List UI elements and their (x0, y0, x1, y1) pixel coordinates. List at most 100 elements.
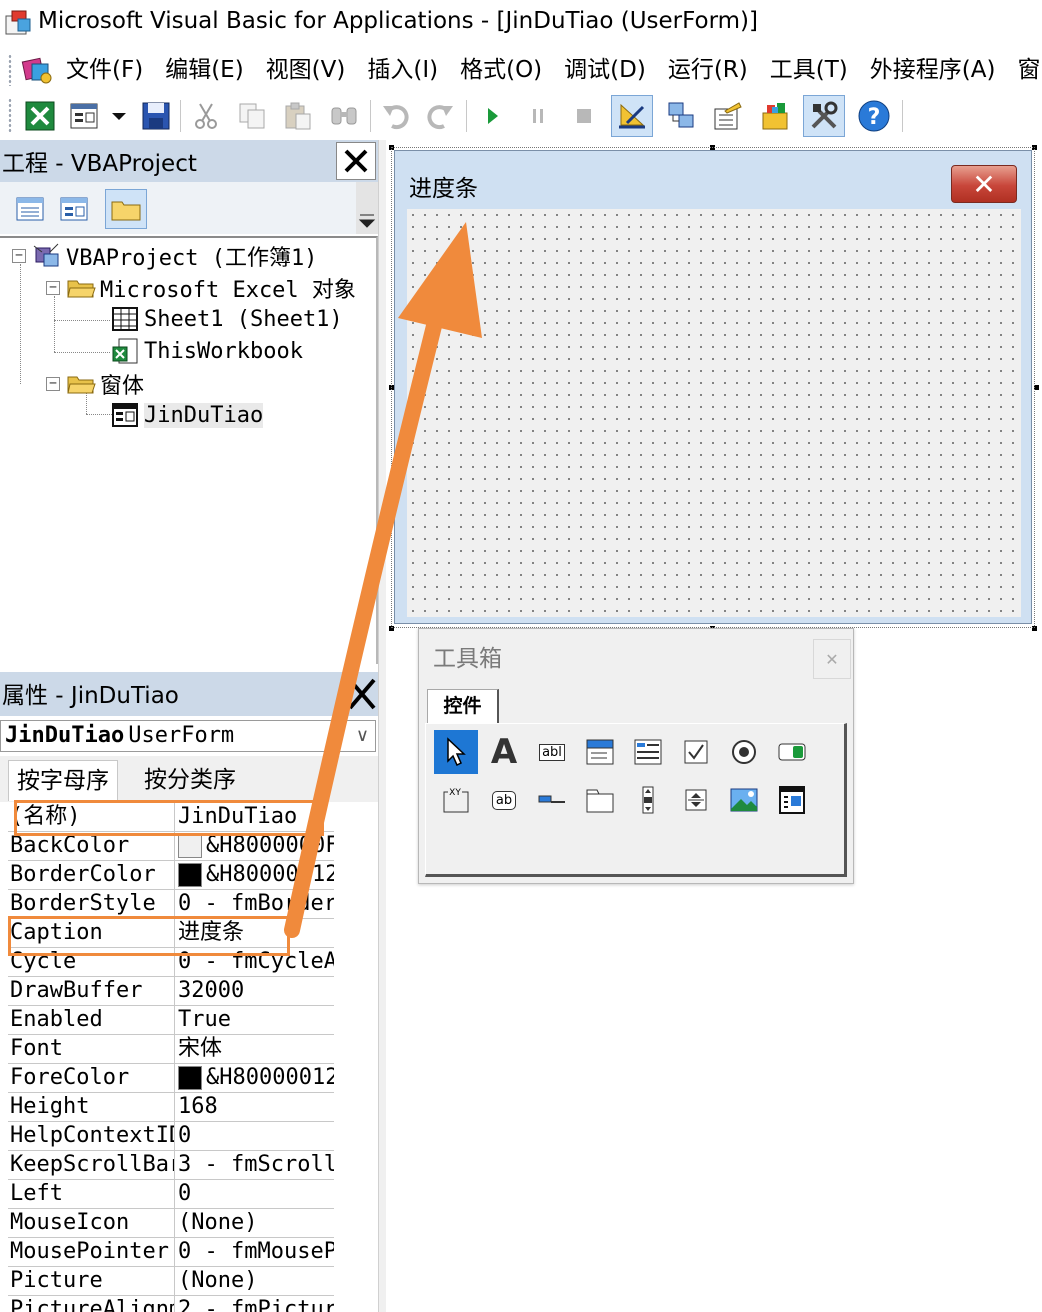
help-icon[interactable]: ? (854, 96, 894, 136)
property-value[interactable]: 0 - fmCycleA (178, 948, 334, 976)
tab-alphabetic[interactable]: 按字母序 (8, 760, 118, 801)
property-row[interactable]: Height 168 (8, 1092, 334, 1122)
toolbox-window[interactable]: 工具箱 ✕ 控件 A abl XY ab (418, 628, 854, 884)
checkbox-tool-icon[interactable] (674, 730, 718, 774)
userform-client-area[interactable] (407, 209, 1021, 617)
optionbutton-tool-icon[interactable] (722, 730, 766, 774)
properties-window-icon[interactable] (708, 96, 748, 136)
menu-format[interactable]: 格式(O) (460, 54, 542, 86)
tree-item-sheet1[interactable]: Sheet1 (Sheet1) (110, 304, 343, 334)
property-row[interactable]: BorderColor &H80000012 (8, 860, 334, 890)
pane-splitter[interactable] (378, 140, 386, 1312)
resize-handle[interactable] (1032, 626, 1037, 631)
property-row[interactable]: Caption 进度条 (8, 918, 334, 948)
tab-categorized[interactable]: 按分类序 (136, 760, 244, 800)
property-value[interactable]: 0 (178, 1122, 334, 1150)
undo-icon[interactable] (376, 96, 416, 136)
property-row[interactable]: (名称) JinDuTiao (8, 802, 334, 832)
toolbox-icon[interactable] (803, 95, 845, 137)
collapse-icon[interactable]: − (46, 281, 60, 295)
view-code-icon[interactable] (10, 190, 50, 228)
find-icon[interactable] (324, 96, 364, 136)
property-value[interactable]: &H80000012 (178, 861, 334, 889)
reset-icon[interactable] (564, 96, 604, 136)
scrollbar-tool-icon[interactable] (626, 778, 670, 822)
collapse-icon[interactable]: − (12, 249, 26, 263)
tree-item-forms[interactable]: − 窗体 (46, 368, 144, 400)
menu-insert[interactable]: 插入(I) (367, 54, 438, 86)
userform-window[interactable]: 进度条 ✕ (394, 150, 1032, 624)
tree-item-excel-objects[interactable]: − Microsoft Excel 对象 (46, 272, 356, 304)
resize-handle[interactable] (1032, 145, 1037, 150)
project-explorer-icon[interactable] (662, 96, 702, 136)
toolbox-tab-controls[interactable]: 控件 (427, 689, 499, 723)
property-value[interactable]: 0 - fmMouseP (178, 1238, 334, 1266)
property-value[interactable]: 0 - fmBorder (178, 890, 334, 918)
cut-icon[interactable] (186, 96, 226, 136)
menu-edit[interactable]: 编辑(E) (165, 54, 243, 86)
resize-handle[interactable] (389, 626, 394, 631)
menu-view[interactable]: 视图(V) (266, 54, 346, 86)
property-value[interactable]: &H80000012 (178, 1064, 334, 1092)
property-value[interactable]: &H8000000F (178, 832, 334, 860)
property-row[interactable]: Enabled True (8, 1005, 334, 1035)
property-row[interactable]: MousePointer 0 - fmMouseP (8, 1237, 334, 1267)
collapse-icon[interactable]: − (46, 377, 60, 391)
commandbutton-tool-icon[interactable]: ab (482, 778, 526, 822)
property-row[interactable]: PictureAlignment 2 - fmPictur (8, 1295, 334, 1312)
object-select[interactable]: JinDuTiao UserForm ∨ (0, 720, 376, 752)
redo-icon[interactable] (420, 96, 460, 136)
property-row[interactable]: Left 0 (8, 1179, 334, 1209)
project-pane-close-button[interactable] (336, 142, 376, 180)
label-tool-icon[interactable]: A (482, 730, 526, 774)
property-row[interactable]: KeepScrollBars3 - fmScroll (8, 1150, 334, 1180)
menu-window[interactable]: 窗 (1017, 54, 1040, 86)
property-value[interactable]: 进度条 (178, 919, 334, 947)
dropdown-arrow-icon[interactable] (104, 96, 134, 136)
vba-menu-icon[interactable] (20, 54, 54, 86)
save-icon[interactable] (136, 96, 176, 136)
textbox-tool-icon[interactable]: abl (530, 730, 574, 774)
chevron-down-icon[interactable]: ∨ (356, 725, 369, 746)
toggle-folders-icon[interactable] (105, 189, 147, 229)
property-value[interactable]: (None) (178, 1267, 334, 1295)
menubar-grip[interactable] (8, 54, 12, 86)
property-value[interactable]: JinDuTiao (178, 803, 334, 831)
tabstrip-tool-icon[interactable] (530, 778, 574, 822)
menu-tools[interactable]: 工具(T) (770, 54, 848, 86)
listbox-tool-icon[interactable] (626, 730, 670, 774)
menu-addins[interactable]: 外接程序(A) (870, 54, 996, 86)
pointer-icon[interactable] (434, 730, 478, 774)
paste-icon[interactable] (278, 96, 318, 136)
copy-icon[interactable] (232, 96, 272, 136)
menu-file[interactable]: 文件(F) (66, 54, 143, 86)
insert-userform-icon[interactable] (64, 96, 104, 136)
run-icon[interactable] (472, 96, 512, 136)
property-value[interactable]: 宋体 (178, 1035, 334, 1063)
property-row[interactable]: ForeColor &H80000012 (8, 1063, 334, 1093)
userform-close-button[interactable]: ✕ (951, 165, 1017, 203)
view-object-icon[interactable] (54, 190, 94, 228)
excel-icon[interactable] (20, 96, 60, 136)
resize-handle[interactable] (1034, 385, 1039, 390)
tree-item-thisworkbook[interactable]: ThisWorkbook (110, 336, 303, 366)
frame-tool-icon[interactable]: XY (434, 778, 478, 822)
menu-debug[interactable]: 调试(D) (564, 54, 646, 86)
property-value[interactable]: 0 (178, 1180, 334, 1208)
combobox-tool-icon[interactable] (578, 730, 622, 774)
toolbox-close-button[interactable]: ✕ (813, 639, 851, 679)
property-row[interactable]: BorderStyle 0 - fmBorder (8, 889, 334, 919)
togglebutton-tool-icon[interactable] (770, 730, 814, 774)
refedit-tool-icon[interactable] (770, 778, 814, 822)
property-value[interactable]: (None) (178, 1209, 334, 1237)
design-mode-icon[interactable] (611, 95, 653, 137)
property-value[interactable]: 2 - fmPictur (178, 1296, 334, 1312)
property-row[interactable]: Font 宋体 (8, 1034, 334, 1064)
property-value[interactable]: 3 - fmScroll (178, 1151, 334, 1179)
tree-item-vbaproject[interactable]: − VBAProject (工作簿1) (12, 240, 317, 272)
properties-pane-close-button[interactable] (340, 676, 376, 712)
image-tool-icon[interactable] (722, 778, 766, 822)
menu-run[interactable]: 运行(R) (668, 54, 748, 86)
break-icon[interactable] (518, 96, 558, 136)
property-row[interactable]: BackColor &H8000000F (8, 831, 334, 861)
